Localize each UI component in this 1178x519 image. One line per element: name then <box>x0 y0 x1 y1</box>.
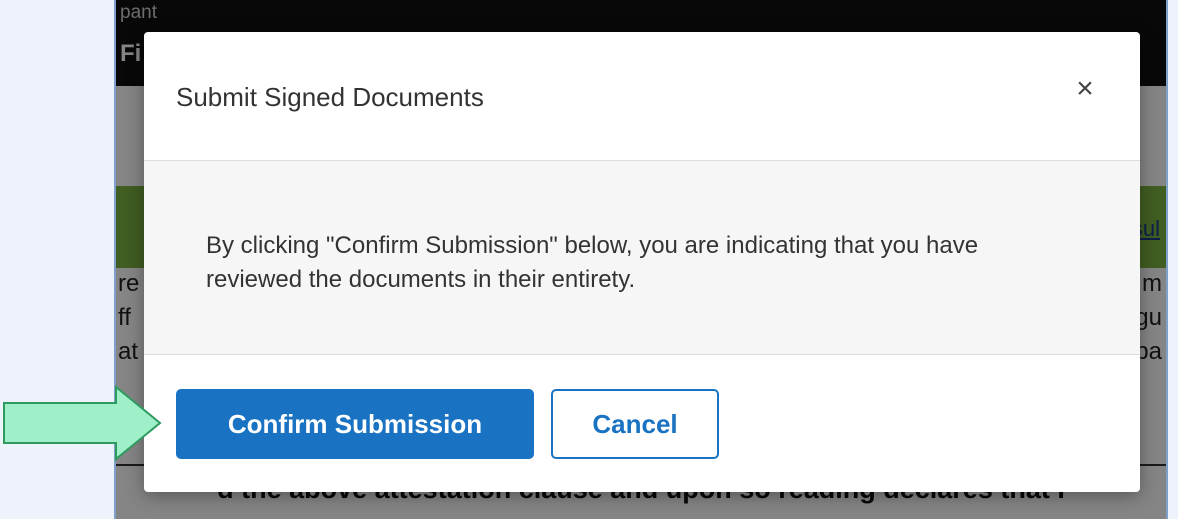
submit-documents-dialog: Submit Signed Documents × By clicking "C… <box>144 32 1140 492</box>
dialog-body: By clicking "Confirm Submission" below, … <box>144 161 1140 355</box>
dialog-message: By clicking "Confirm Submission" below, … <box>206 232 979 293</box>
close-icon[interactable]: × <box>1070 74 1100 104</box>
dialog-header: Submit Signed Documents × <box>144 32 1140 161</box>
dialog-title: Submit Signed Documents <box>176 82 484 112</box>
cancel-button[interactable]: Cancel <box>551 389 719 459</box>
annotation-arrow-shape <box>3 384 162 462</box>
annotation-arrow-icon <box>3 384 162 462</box>
screenshot-frame: pant Fi sul re m ff gu at pa d the above… <box>114 0 1168 519</box>
confirm-submission-button[interactable]: Confirm Submission <box>176 389 534 459</box>
dialog-footer: Confirm Submission Cancel <box>144 355 1140 492</box>
